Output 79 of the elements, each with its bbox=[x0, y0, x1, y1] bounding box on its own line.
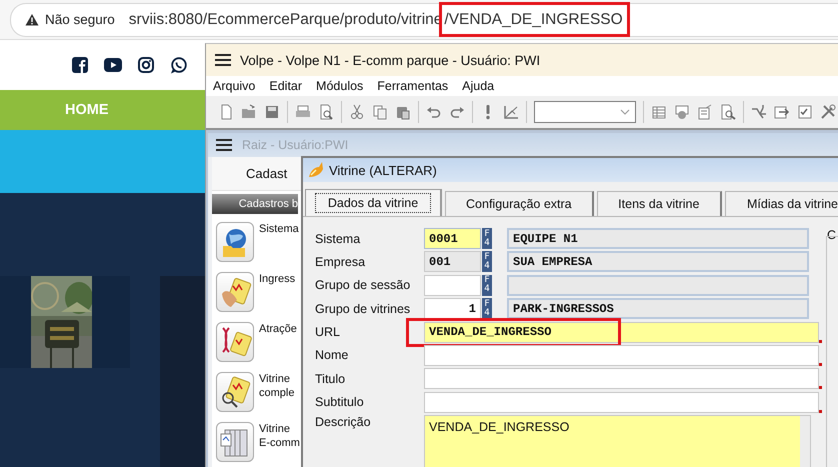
window-title: Volpe - Volpe N1 - E-comm parque - Usuário: PWI bbox=[240, 52, 540, 68]
shortcut-tile[interactable] bbox=[216, 222, 254, 262]
lookup-button[interactable]: F4 bbox=[482, 298, 492, 320]
tab[interactable]: Itens da vitrine bbox=[596, 191, 722, 216]
input-field[interactable] bbox=[424, 392, 819, 413]
tab[interactable]: Cadast bbox=[246, 166, 288, 181]
menu-icon[interactable] bbox=[215, 54, 231, 66]
scissors-icon[interactable] bbox=[349, 104, 365, 120]
input-field[interactable]: VENDA_DE_INGRESSO bbox=[424, 322, 819, 343]
tab[interactable]: Dados da vitrine bbox=[305, 189, 442, 216]
shortcut-label[interactable]: Ingress bbox=[259, 272, 296, 286]
checklist-icon[interactable] bbox=[797, 104, 813, 120]
shortcut-tile[interactable] bbox=[216, 322, 254, 362]
copy-icon[interactable] bbox=[372, 104, 388, 120]
field-label: Descrição bbox=[315, 415, 372, 430]
shortcut-tile[interactable] bbox=[216, 272, 254, 312]
shortcut-label[interactable]: Sistema bbox=[259, 222, 299, 236]
display-field: SUA EMPRESA bbox=[507, 251, 809, 272]
menu-item[interactable]: Editar bbox=[269, 79, 302, 93]
save-icon[interactable] bbox=[264, 104, 280, 120]
lookup-button[interactable]: F4 bbox=[482, 228, 492, 249]
combo-box[interactable] bbox=[534, 101, 636, 123]
field-label: Sistema bbox=[315, 232, 362, 246]
caret-icon bbox=[620, 109, 630, 115]
redo-icon[interactable] bbox=[449, 104, 465, 120]
shortcut-tile[interactable] bbox=[216, 422, 254, 462]
chat-bubble-icon[interactable] bbox=[170, 56, 187, 74]
window-title: Vitrine (ALTERAR) bbox=[329, 162, 437, 178]
menu-item[interactable]: Arquivo bbox=[213, 79, 256, 93]
camera-icon[interactable] bbox=[138, 57, 154, 73]
input-field[interactable] bbox=[424, 368, 819, 390]
export-icon[interactable] bbox=[774, 104, 790, 120]
form-icon[interactable] bbox=[697, 104, 713, 120]
preview-icon[interactable] bbox=[318, 104, 334, 120]
input-field[interactable]: 0001 bbox=[424, 228, 481, 249]
shortcut-tile[interactable] bbox=[216, 372, 254, 412]
field-label: Grupo de vitrines bbox=[315, 302, 412, 316]
field-label: Grupo de sessão bbox=[315, 278, 412, 292]
input-field[interactable] bbox=[424, 344, 819, 366]
undo-icon[interactable] bbox=[426, 104, 442, 120]
tab[interactable]: Mídias da vitrine bbox=[724, 191, 838, 216]
folder-icon[interactable] bbox=[241, 104, 257, 120]
arrows-icon[interactable] bbox=[751, 104, 767, 120]
section-header: Cadastros b bbox=[212, 194, 298, 214]
address-bar[interactable]: Não seguro srviis:8080/EcommerceParque/produto/vitrine/VENDA_DE_INGRESSO bbox=[10, 2, 838, 36]
field-label: URL bbox=[315, 325, 342, 340]
display-field: EQUIPE N1 bbox=[507, 228, 809, 249]
input-field[interactable]: 001 bbox=[424, 251, 481, 272]
paste-icon[interactable] bbox=[395, 104, 411, 120]
tab[interactable]: Configuração extra bbox=[445, 191, 594, 216]
search-document-icon[interactable] bbox=[720, 104, 736, 120]
tools-icon[interactable] bbox=[820, 104, 836, 120]
shortcut-label[interactable]: Vitrine comple bbox=[259, 372, 294, 400]
lookup-button[interactable]: F4 bbox=[482, 251, 492, 272]
text-area[interactable]: VENDA_DE_INGRESSO bbox=[425, 416, 800, 467]
field-label: Empresa bbox=[315, 254, 366, 269]
printer-icon[interactable] bbox=[295, 104, 311, 120]
menu-item[interactable]: Ferramentas bbox=[377, 79, 448, 93]
chart-icon[interactable] bbox=[503, 104, 519, 120]
menu-item[interactable]: Ajuda bbox=[462, 79, 494, 93]
facebook-icon[interactable] bbox=[72, 57, 88, 73]
field-label: Subtitulo bbox=[315, 395, 365, 410]
menu-icon[interactable] bbox=[216, 139, 232, 151]
video-icon[interactable] bbox=[104, 58, 122, 72]
shortcut-label[interactable]: Atraçõe bbox=[259, 322, 297, 336]
shortcut-label[interactable]: Vitrine E-comm bbox=[259, 422, 300, 450]
warning-icon bbox=[25, 13, 39, 26]
display-field: PARK-INGRESSOS bbox=[507, 298, 809, 320]
table-icon[interactable] bbox=[651, 104, 667, 120]
lookup-button[interactable]: F4 bbox=[482, 274, 492, 296]
input-field[interactable] bbox=[424, 274, 481, 296]
menu-item[interactable]: Módulos bbox=[316, 79, 364, 93]
field-label: Titulo bbox=[315, 372, 346, 386]
field-label: Nome bbox=[315, 348, 350, 362]
scrollbar[interactable] bbox=[800, 416, 810, 467]
input-field[interactable]: 1 bbox=[424, 298, 481, 320]
window-title: Raiz - Usuário:PWI bbox=[242, 138, 348, 152]
highlighted-url-text: /VENDA_DE_INGRESSO bbox=[439, 2, 630, 37]
security-label[interactable]: Não seguro bbox=[45, 12, 115, 27]
